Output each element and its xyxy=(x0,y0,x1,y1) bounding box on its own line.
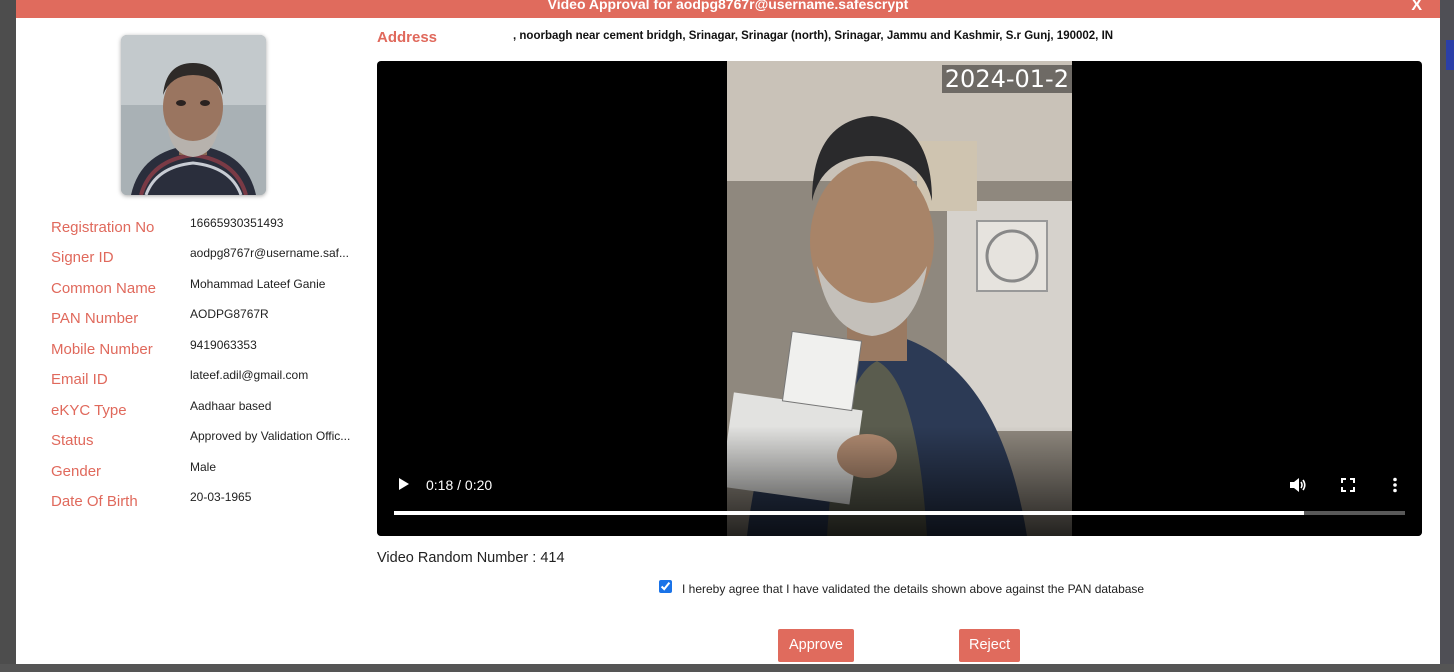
random-number-value: 414 xyxy=(540,550,565,566)
field-value: 16665930351493 xyxy=(190,216,284,230)
reject-button[interactable]: Reject xyxy=(959,629,1020,662)
field-value: AODPG8767R xyxy=(190,307,269,321)
field-email-id: Email ID lateef.adil@gmail.com xyxy=(51,368,381,392)
field-value: Aadhaar based xyxy=(190,399,272,413)
field-label: PAN Number xyxy=(51,310,139,327)
field-value: aodpg8767r@username.saf... xyxy=(190,246,349,260)
field-label: Status xyxy=(51,432,94,449)
play-icon xyxy=(399,478,409,490)
random-number-label: Video Random Number xyxy=(377,550,540,566)
field-ekyc-type: eKYC Type Aadhaar based xyxy=(51,399,381,423)
backdrop-bottom xyxy=(0,664,1454,672)
field-label: Registration No xyxy=(51,219,155,236)
field-registration-no: Registration No 16665930351493 xyxy=(51,216,381,240)
more-options-button[interactable] xyxy=(1392,477,1398,493)
field-value: Mohammad Lateef Ganie xyxy=(190,277,326,291)
close-button[interactable]: X xyxy=(1411,0,1422,15)
user-photo xyxy=(121,35,266,195)
field-pan-number: PAN Number AODPG8767R xyxy=(51,307,381,331)
play-button[interactable] xyxy=(397,476,411,492)
field-value: 20-03-1965 xyxy=(190,490,252,504)
field-signer-id: Signer ID aodpg8767r@username.saf... xyxy=(51,246,381,270)
fullscreen-button[interactable] xyxy=(1340,477,1356,493)
field-label: Common Name xyxy=(51,280,157,297)
video-random-number: Video Random Number414 xyxy=(377,550,565,566)
more-vert-icon xyxy=(1393,477,1397,493)
controls-overlay xyxy=(377,426,1422,536)
modal-header: Video Approval for aodpg8767r@username.s… xyxy=(16,0,1440,18)
agree-label[interactable]: I hereby agree that I have validated the… xyxy=(682,582,1144,596)
field-gender: Gender Male xyxy=(51,460,381,484)
field-common-name: Common Name Mohammad Lateef Ganie xyxy=(51,277,381,301)
field-label: Signer ID xyxy=(51,249,114,266)
field-label: eKYC Type xyxy=(51,402,127,419)
fullscreen-icon xyxy=(1341,478,1355,492)
field-value: Approved by Validation Offic... xyxy=(190,429,351,443)
video-player[interactable]: 2024-01-2 0:18 / 0:20 xyxy=(377,61,1422,536)
field-value: 9419063353 xyxy=(190,338,257,352)
backdrop-right xyxy=(1440,0,1454,672)
modal-title: Video Approval for aodpg8767r@username.s… xyxy=(547,0,909,12)
progress-fill xyxy=(394,511,1304,515)
progress-bar[interactable] xyxy=(394,511,1405,515)
video-timestamp: 2024-01-2 xyxy=(941,65,1072,93)
field-mobile-number: Mobile Number 9419063353 xyxy=(51,338,381,362)
field-label: Email ID xyxy=(51,371,108,388)
field-label: Mobile Number xyxy=(51,341,153,358)
time-display: 0:18 / 0:20 xyxy=(426,477,493,493)
address-value: , noorbagh near cement bridgh, Srinagar,… xyxy=(513,30,1114,42)
scroll-accent xyxy=(1446,40,1454,70)
field-value: Male xyxy=(190,460,217,474)
field-label: Date Of Birth xyxy=(51,493,138,510)
backdrop-left xyxy=(0,0,16,672)
address-label: Address xyxy=(377,29,438,46)
volume-button[interactable] xyxy=(1289,477,1307,493)
approve-button[interactable]: Approve xyxy=(778,629,854,662)
user-photo-icon xyxy=(121,35,266,195)
field-label: Gender xyxy=(51,463,102,480)
field-date-of-birth: Date Of Birth 20-03-1965 xyxy=(51,490,381,514)
field-status: Status Approved by Validation Offic... xyxy=(51,429,381,453)
volume-icon xyxy=(1290,478,1306,492)
video-approval-modal: Video Approval for aodpg8767r@username.s… xyxy=(16,0,1440,664)
field-value: lateef.adil@gmail.com xyxy=(190,368,309,382)
agree-checkbox[interactable] xyxy=(659,580,672,593)
